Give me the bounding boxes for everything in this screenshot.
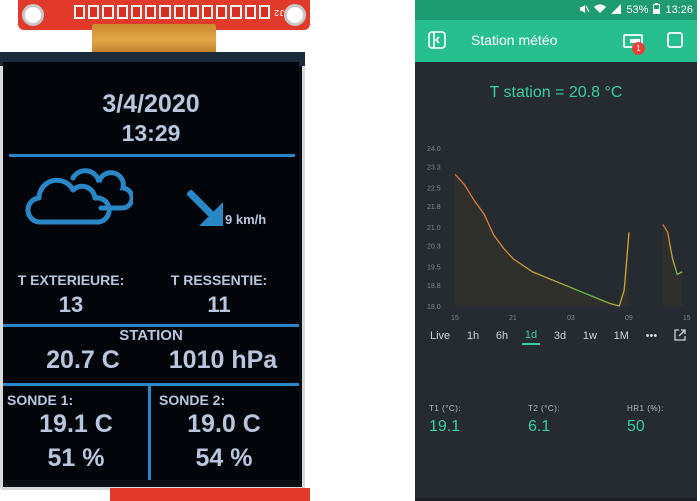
y-tick-label: 20.3 (427, 243, 441, 250)
more-options-icon[interactable]: ••• (643, 328, 661, 344)
station-label: STATION (119, 327, 183, 344)
signal-icon (611, 3, 622, 17)
station-pressure: 1010 hPa (168, 346, 278, 374)
sonde2-temp: 19.0 C (187, 410, 261, 438)
sonde1-temp: 19.1 C (39, 410, 113, 438)
mounting-hole (284, 4, 306, 26)
station-temp: 20.7 C (46, 346, 120, 374)
back-to-projects-icon[interactable] (427, 30, 449, 52)
date-text: 3/4/2020 (102, 90, 200, 118)
y-tick-label: 21.8 (427, 204, 441, 211)
clock-text: 13:26 (665, 4, 693, 16)
sonde1-label: SONDE 1: (7, 392, 74, 408)
stop-icon[interactable] (665, 30, 687, 52)
time-text: 13:29 (121, 120, 181, 146)
range-3d[interactable]: 3d (551, 328, 569, 344)
t-ext-value: 13 (58, 292, 84, 317)
lcd-screen: 3/4/2020 13:29 9 km/h T EXTERIEURE: 13 T… (3, 62, 299, 480)
x-tick-label: 15 (683, 315, 691, 322)
hr1-value: 50 (627, 418, 645, 435)
range-1d[interactable]: 1d (521, 327, 541, 345)
x-tick-label: 21 (509, 315, 517, 322)
mounting-hole (22, 4, 44, 26)
wifi-icon (594, 4, 607, 17)
app-bar: Station météo 1 (415, 20, 697, 62)
divider (9, 154, 295, 157)
time-range-selector: Live 1h 6h 1d 3d 1w 1M ••• (427, 326, 689, 346)
fullscreen-icon[interactable] (671, 327, 689, 346)
cloud-icon (25, 168, 133, 225)
range-live[interactable]: Live (427, 328, 453, 344)
sonde1-humidity: 51 % (47, 444, 105, 472)
wind-arrow-icon (187, 190, 223, 226)
x-tick-label: 09 (625, 315, 633, 322)
pcb-bottom-edge (110, 488, 310, 501)
status-bar: 53% 13:26 (415, 0, 697, 20)
sonde2-humidity: 54 % (195, 444, 253, 472)
t-ext-label: T EXTERIEURE: (17, 272, 125, 288)
divider (148, 383, 151, 480)
y-tick-label: 23.3 (427, 164, 441, 171)
range-1w[interactable]: 1w (580, 328, 600, 344)
divider (3, 383, 299, 386)
range-1h[interactable]: 1h (464, 328, 482, 344)
battery-icon (653, 3, 661, 17)
station-temp-label: T station = 20.8 °C (489, 84, 623, 101)
notification-badge: 1 (632, 42, 645, 55)
range-6h[interactable]: 6h (493, 328, 511, 344)
t2-label: T2 (°C): (528, 404, 561, 413)
y-tick-label: 19.5 (427, 265, 441, 272)
device-status-icon[interactable]: 1 (622, 30, 645, 55)
x-tick-label: 03 (567, 315, 575, 322)
t-res-label: T RESSENTIE: (170, 272, 268, 288)
y-tick-label: 21.0 (427, 225, 441, 232)
series-2-area (662, 224, 683, 306)
tft-display-photo: J2 3/4/2020 13:29 9 km/h T EXTERIEURE: 1… (0, 0, 318, 501)
pin-header (74, 5, 271, 19)
hr1-label: HR1 (%): (627, 404, 664, 413)
t1-label: T1 (°C): (429, 404, 462, 413)
range-1m[interactable]: 1M (611, 328, 632, 344)
y-tick-label: 22.5 (427, 186, 441, 193)
app-title: Station météo (471, 32, 558, 48)
t-res-value: 11 (207, 292, 231, 317)
temperature-chart[interactable]: 24.0 23.3 22.5 21.8 21.0 20.3 19.5 18.8 18.0 15 21… (415, 138, 697, 323)
t1-value: 19.1 (429, 418, 461, 435)
y-tick-label: 18.0 (427, 304, 441, 311)
battery-percent: 53% (626, 4, 649, 16)
y-tick-label: 24.0 (427, 146, 441, 153)
sonde2-label: SONDE 2: (159, 392, 226, 408)
phone-screen: 53% 13:26 Station météo 1 T station = 20… (415, 0, 697, 501)
wind-speed-text: 9 km/h (225, 212, 267, 227)
x-tick-label: 15 (451, 315, 459, 322)
series-1-area (455, 174, 629, 306)
t2-value: 6.1 (528, 418, 551, 435)
y-tick-label: 18.8 (427, 283, 441, 290)
mute-icon (579, 4, 590, 17)
